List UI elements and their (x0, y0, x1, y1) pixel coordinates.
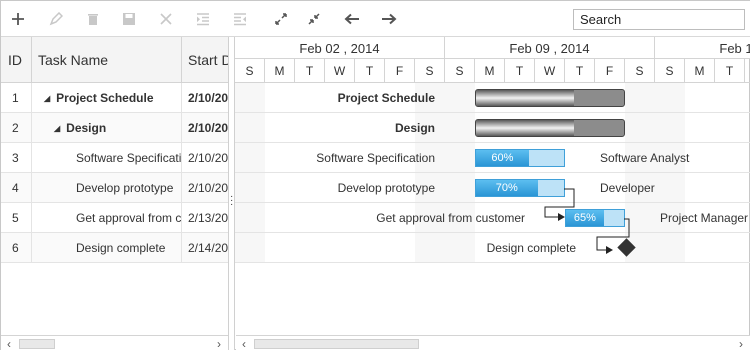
cell-task-name: Develop prototype (32, 173, 182, 203)
expand-all-icon[interactable] (269, 7, 293, 31)
next-timespan-icon[interactable] (377, 7, 401, 31)
splitter[interactable]: · · · (228, 37, 235, 350)
add-icon[interactable] (6, 7, 30, 31)
collapse-arrow-icon[interactable]: ◢ (44, 94, 50, 103)
scroll-right-icon[interactable]: › (733, 336, 749, 350)
cancel-icon[interactable] (154, 7, 178, 31)
previous-timespan-icon[interactable] (340, 7, 364, 31)
table-row[interactable]: 5Get approval from customer 2/13/2014 (1, 203, 228, 233)
cell-start-date: 2/14/2014 (188, 241, 228, 255)
table-row[interactable]: 2◢Design 2/10/2014 (1, 113, 228, 143)
scroll-thumb[interactable] (254, 339, 419, 349)
cell-id: 2 (1, 113, 32, 143)
save-icon[interactable] (117, 7, 141, 31)
cell-id: 3 (1, 143, 32, 173)
gantt-toolbar (1, 1, 750, 37)
table-row[interactable]: 4Develop prototype 2/10/2014 (1, 173, 228, 203)
cell-start-date: 2/10/2014 (188, 181, 228, 195)
outdent-icon[interactable] (228, 7, 252, 31)
scroll-thumb[interactable] (19, 339, 55, 349)
table-row[interactable]: 3Software Specification 2/10/2014 (1, 143, 228, 173)
cell-start-date: 2/13/2014 (188, 211, 228, 225)
cell-start-date: 2/10/2014 (188, 121, 228, 135)
gantt-control: ID Task Name Start Date 1◢Project Schedu… (0, 0, 750, 350)
cell-task-name: Software Specification (32, 143, 182, 173)
column-header-start-date[interactable]: Start Date (182, 37, 228, 83)
grid-header: ID Task Name Start Date (1, 37, 228, 83)
edit-icon[interactable] (44, 7, 68, 31)
cell-task-name: ◢ Design (32, 113, 182, 143)
gantt-chart: Feb 02 , 2014Feb 09 , 2014Feb 16 , 2014 … (235, 37, 750, 335)
task-grid: ID Task Name Start Date 1◢Project Schedu… (1, 37, 228, 335)
table-row[interactable]: 6Design complete 2/14/2014 (1, 233, 228, 263)
column-header-id[interactable]: ID (1, 37, 32, 83)
scroll-left-icon[interactable]: ‹ (236, 336, 252, 350)
indent-icon[interactable] (191, 7, 215, 31)
cell-start-date: 2/10/2014 (188, 151, 228, 165)
cell-id: 5 (1, 203, 32, 233)
cell-task-name: Get approval from customer (32, 203, 182, 233)
search-input[interactable] (573, 9, 745, 30)
scroll-right-icon[interactable]: › (211, 336, 227, 350)
cell-id: 1 (1, 83, 32, 113)
cell-task-name: ◢ Project Schedule (32, 83, 182, 113)
table-row[interactable]: 1◢Project Schedule 2/10/2014 (1, 83, 228, 113)
collapse-all-icon[interactable] (302, 7, 326, 31)
scroll-left-icon[interactable]: ‹ (1, 336, 17, 350)
cell-task-name: Design complete (32, 233, 182, 263)
splitter-grip-icon[interactable]: · · · (230, 192, 233, 210)
grid-horizontal-scrollbar[interactable]: ‹ › (1, 335, 228, 350)
delete-icon[interactable] (81, 7, 105, 31)
chart-horizontal-scrollbar[interactable]: ‹ › (236, 335, 750, 350)
cell-id: 6 (1, 233, 32, 263)
collapse-arrow-icon[interactable]: ◢ (54, 124, 60, 133)
dependency-connectors (544, 188, 630, 254)
column-header-task-name[interactable]: Task Name (32, 37, 182, 83)
cell-start-date: 2/10/2014 (188, 91, 228, 105)
cell-id: 4 (1, 173, 32, 203)
